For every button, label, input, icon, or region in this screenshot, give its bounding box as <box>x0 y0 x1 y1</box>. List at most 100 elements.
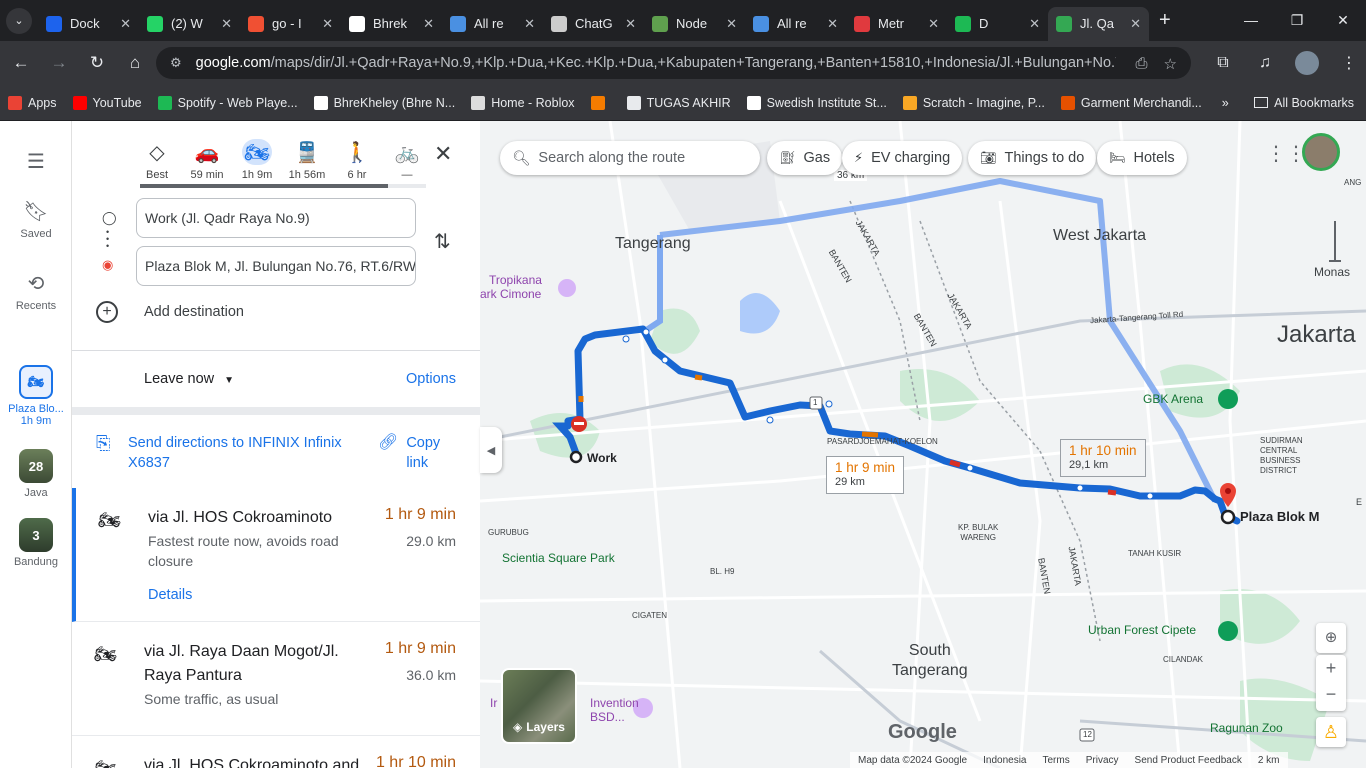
map-footer-item[interactable]: Indonesia <box>983 755 1026 766</box>
browser-tab[interactable]: Dock ✕ <box>38 7 139 41</box>
route-tooltip-selected[interactable]: 1 hr 9 min 29 km <box>826 456 905 494</box>
browser-tab[interactable]: D ✕ <box>947 7 1048 41</box>
bookmark-item[interactable]: YouTube <box>72 95 142 110</box>
bookmark-favicon <box>72 95 87 110</box>
close-window-button[interactable]: ✕ <box>1320 0 1366 40</box>
travel-mode-3[interactable]: 🚆 1h 56m <box>282 139 332 182</box>
recent-plaza-blok-m[interactable]: 🏍︎ Plaza Blo... 1h 9m <box>0 365 72 427</box>
address-bar[interactable]: ⚙ google.com/maps/dir/Jl.+Qadr+Raya+No.9… <box>156 47 1191 79</box>
bookmark-star-icon[interactable]: ☆ <box>1164 55 1177 73</box>
map-footer-item[interactable]: Privacy <box>1086 755 1119 766</box>
minimize-button[interactable]: — <box>1228 0 1274 40</box>
close-tab-icon[interactable]: ✕ <box>1029 16 1040 32</box>
route-option-3[interactable]: 🏍︎ via Jl. HOS Cokroaminoto and 1 hr 10 … <box>72 736 480 768</box>
chip-things-to-do[interactable]: 📷︎ Things to do <box>968 141 1097 175</box>
send-directions-link[interactable]: ⎘ Send directions to INFINIX Infinix X68… <box>96 433 358 473</box>
chip-ev-charging[interactable]: ⚡︎ EV charging <box>842 141 963 175</box>
close-tab-icon[interactable]: ✕ <box>524 16 535 32</box>
bookmark-item[interactable]: Spotify - Web Playe... <box>157 95 298 110</box>
travel-mode-2[interactable]: 🏍 1h 9m <box>232 139 282 181</box>
close-tab-icon[interactable]: ✕ <box>322 16 333 32</box>
reload-button[interactable]: ↻ <box>80 46 114 80</box>
bookmarks-overflow-button[interactable]: » <box>1222 96 1229 110</box>
layers-button[interactable]: ◈ Layers <box>501 668 577 744</box>
maximize-button[interactable]: ❐ <box>1274 0 1320 40</box>
route-details-link[interactable]: Details <box>148 587 192 603</box>
close-tab-icon[interactable]: ✕ <box>221 16 232 32</box>
recent-bandung[interactable]: 3 Bandung <box>0 518 72 568</box>
browser-tab[interactable]: All re ✕ <box>745 7 846 41</box>
copy-link-button[interactable]: 🔗︎ Copy link <box>378 433 456 473</box>
new-tab-button[interactable]: + <box>1159 9 1171 32</box>
browser-tab[interactable]: go - I ✕ <box>240 7 341 41</box>
bookmark-item[interactable]: Garment Merchandi... <box>1060 95 1202 110</box>
browser-tab[interactable]: ChatG ✕ <box>543 7 644 41</box>
map-footer-item[interactable]: Send Product Feedback <box>1135 755 1242 766</box>
profile-avatar[interactable] <box>1290 47 1324 79</box>
recents-button[interactable]: ⟲ Recents <box>0 271 72 312</box>
swap-icon[interactable]: ⇅ <box>434 229 451 254</box>
route-tooltip-alt[interactable]: 1 hr 10 min 29,1 km <box>1060 439 1146 477</box>
close-tab-icon[interactable]: ✕ <box>827 16 838 32</box>
site-info-icon[interactable]: ⚙ <box>170 55 182 71</box>
bookmark-item[interactable]: Scratch - Imagine, P... <box>902 95 1045 110</box>
bookmark-item[interactable]: BhreKheley (Bhre N... <box>313 95 455 110</box>
travel-mode-1[interactable]: 🚗 59 min <box>182 139 232 182</box>
search-along-route-input[interactable]: 🔍︎ Search along the route <box>500 141 760 175</box>
apps-grid-icon[interactable]: ⋮⋮ <box>1266 141 1306 166</box>
close-tab-icon[interactable]: ✕ <box>423 16 434 32</box>
all-bookmarks-button[interactable]: All Bookmarks <box>1254 96 1354 110</box>
saved-button[interactable]: 🔖︎ Saved <box>0 199 72 240</box>
close-tab-icon[interactable]: ✕ <box>928 16 939 32</box>
options-link[interactable]: Options <box>406 371 456 387</box>
add-destination-button[interactable]: + Add destination <box>96 301 244 323</box>
bookmark-item[interactable] <box>590 95 611 110</box>
media-controls-icon[interactable]: ♫ <box>1248 47 1282 79</box>
travel-mode-5[interactable]: 🚲 — <box>382 139 432 182</box>
street-view-pegman[interactable]: ♙ <box>1316 717 1346 747</box>
travel-mode-0[interactable]: ◇ Best <box>132 139 182 182</box>
my-location-button[interactable]: ⊕ <box>1316 623 1346 653</box>
home-button[interactable]: ⌂ <box>118 46 152 80</box>
mode-scrollbar[interactable] <box>140 184 388 188</box>
back-button[interactable]: ← <box>4 46 38 80</box>
route-option-1[interactable]: 🏍︎ via Jl. HOS Cokroaminoto 1 hr 9 min 2… <box>72 488 480 622</box>
chip-hotels[interactable]: 🛏︎ Hotels <box>1097 141 1187 175</box>
browser-tab[interactable]: Metr ✕ <box>846 7 947 41</box>
menu-kebab-icon[interactable]: ⋮ <box>1332 47 1366 79</box>
browser-tab[interactable]: Node ✕ <box>644 7 745 41</box>
browser-tab[interactable]: Jl. Qa ✕ <box>1048 6 1149 41</box>
leave-now-dropdown[interactable]: Leave now ▼ <box>144 371 234 387</box>
route-option-2[interactable]: 🏍︎ via Jl. Raya Daan Mogot/Jl. Raya Pant… <box>72 622 480 736</box>
install-app-icon[interactable]: ⎙ <box>1136 55 1148 73</box>
close-tab-icon[interactable]: ✕ <box>726 16 737 32</box>
tab-search-button[interactable]: ⌄ <box>6 7 32 34</box>
bookmark-item[interactable]: TUGAS AKHIR <box>626 95 731 110</box>
close-tab-icon[interactable]: ✕ <box>1130 16 1141 32</box>
bookmark-item[interactable]: Swedish Institute St... <box>746 95 887 110</box>
account-avatar[interactable] <box>1302 133 1340 171</box>
menu-button[interactable]: ☰ <box>0 149 72 178</box>
close-tab-icon[interactable]: ✕ <box>120 16 131 32</box>
send-to-phone-icon: ⎘ <box>96 433 111 453</box>
destination-field[interactable]: Plaza Blok M, Jl. Bulungan No.76, RT.6/R… <box>136 246 416 286</box>
plaza-label: Plaza Blo... <box>8 403 64 415</box>
map-footer-item[interactable]: Terms <box>1043 755 1070 766</box>
bookmark-item[interactable]: Home - Roblox <box>471 95 575 110</box>
close-directions-icon[interactable]: ✕ <box>434 141 452 167</box>
recent-java[interactable]: 28 Java <box>0 449 72 499</box>
map-canvas[interactable]: Tangerang West Jakarta Jakarta Tropikana… <box>480 121 1366 768</box>
origin-field[interactable]: Work (Jl. Qadr Raya No.9) <box>136 198 416 238</box>
zoom-in-button[interactable]: + <box>1316 655 1346 681</box>
travel-mode-4[interactable]: 🚶 6 hr <box>332 139 382 182</box>
browser-tab[interactable]: (2) W ✕ <box>139 7 240 41</box>
close-tab-icon[interactable]: ✕ <box>625 16 636 32</box>
forward-button[interactable]: → <box>42 46 76 80</box>
collapse-panel-button[interactable]: ◀ <box>480 427 502 473</box>
browser-tab[interactable]: All re ✕ <box>442 7 543 41</box>
extensions-icon[interactable]: ⧉ <box>1206 47 1240 79</box>
bookmark-item[interactable]: Apps <box>8 95 57 110</box>
browser-tab[interactable]: Bhrek ✕ <box>341 7 442 41</box>
zoom-out-button[interactable]: − <box>1316 681 1346 707</box>
chip-gas[interactable]: ⛽︎ Gas <box>767 141 843 175</box>
